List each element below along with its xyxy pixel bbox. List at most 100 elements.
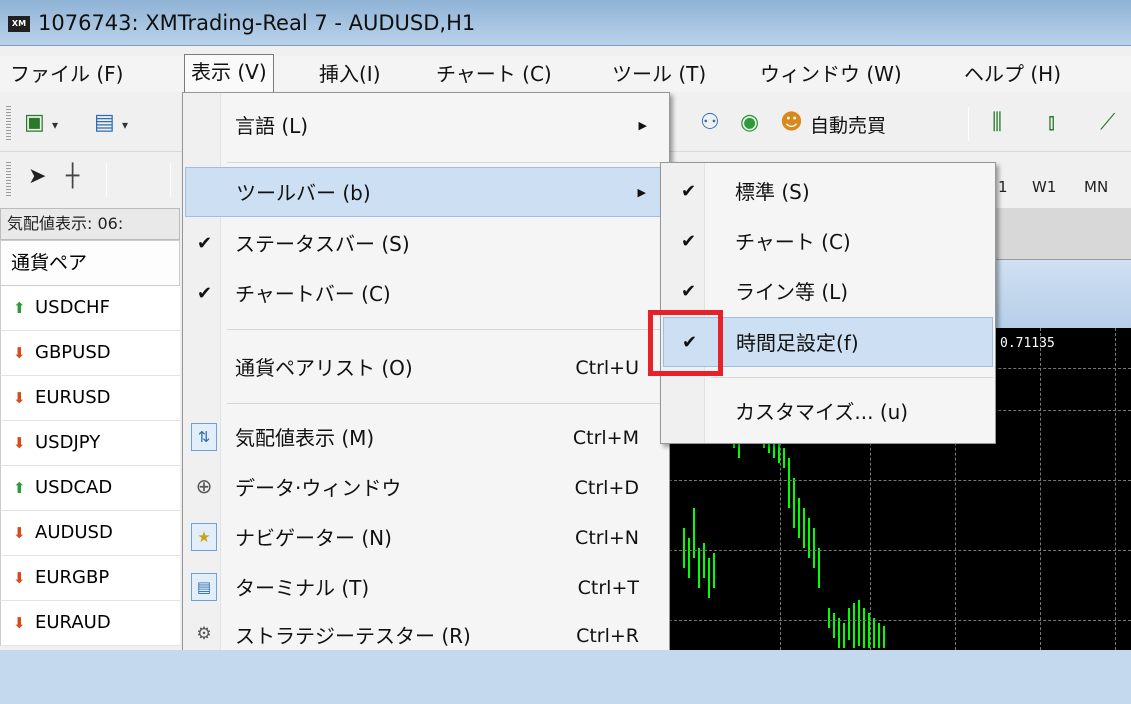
check-icon: ✔ [197, 233, 213, 254]
menu-separator [227, 162, 667, 163]
shortcut-label: Ctrl+U [575, 357, 639, 379]
grid-line [669, 550, 1131, 551]
menu-item-status-bar[interactable]: ✔ ステータスバー (S) [185, 219, 667, 269]
menu-separator [711, 377, 993, 378]
menu-item-label: 時間足設定(f) [736, 331, 859, 355]
market-watch-row[interactable]: ⬇ EURAUD [0, 601, 180, 646]
menu-item-label: 標準 (S) [735, 180, 810, 204]
grid-line [1115, 328, 1116, 650]
arrow-down-icon: ⬇ [13, 569, 26, 587]
window-title: 1076743: XMTrading-Real 7 - AUDUSD,H1 [38, 11, 476, 35]
check-icon: ✔ [197, 283, 213, 304]
submenu-arrow-icon: ▶ [637, 186, 646, 199]
menu-item-label: ステータスバー (S) [235, 232, 410, 256]
menu-window[interactable]: ウィンドウ (W) [754, 56, 908, 92]
cursor-icon[interactable]: ➤ [28, 162, 46, 192]
line-chart-icon[interactable]: ⟋ [1100, 108, 1115, 138]
view-menu-dropdown: 言語 (L) ▶ ツールバー (b) ▶ ✔ ステータスバー (S) ✔ チャー… [182, 92, 670, 650]
menu-item-toolbars[interactable]: ツールバー (b) ▶ [185, 167, 667, 217]
symbol-label: USDJPY [35, 432, 101, 453]
menu-tools[interactable]: ツール (T) [606, 56, 712, 92]
bottom-band [0, 650, 1131, 704]
menu-item-strategy-tester[interactable]: ⚙ ストラテジーテスター (R) Ctrl+R [185, 611, 667, 650]
period-1[interactable]: 1 [998, 178, 1008, 196]
menu-item-chart-bar[interactable]: ✔ チャートバー (C) [185, 269, 667, 319]
menu-item-label: ストラテジーテスター (R) [235, 624, 471, 648]
auto-trading-icon[interactable]: ☻ [780, 108, 803, 138]
history-icon[interactable]: ⚇ [700, 108, 720, 138]
market-watch-row[interactable]: ⬆ USDCHF [0, 286, 180, 331]
submenu-item-charts[interactable]: ✔ チャート (C) [663, 217, 993, 267]
submenu-item-standard[interactable]: ✔ 標準 (S) [663, 167, 993, 217]
toolbar-submenu: ✔ 標準 (S) ✔ チャート (C) ✔ ライン等 (L) ✔ 時間足設定(f… [660, 162, 996, 444]
grid-line [1040, 328, 1041, 650]
symbol-label: AUDUSD [35, 522, 113, 543]
menu-item-market-watch[interactable]: ⇅ 気配値表示 (M) Ctrl+M [185, 413, 667, 463]
profiles-icon[interactable]: ▤ [94, 108, 115, 138]
period-mn[interactable]: MN [1084, 178, 1108, 196]
market-watch-header: 気配値表示: 06: [0, 208, 180, 240]
signals-icon[interactable]: ◉ [740, 108, 759, 138]
menu-insert[interactable]: 挿入(I) [313, 56, 387, 92]
toolbar-grip[interactable] [6, 162, 11, 198]
menu-item-label: ライン等 (L) [735, 280, 849, 304]
arrow-down-icon: ⬇ [13, 434, 26, 452]
price-label: 0.71135 [1000, 336, 1055, 351]
shortcut-label: Ctrl+D [574, 477, 639, 499]
submenu-item-customize[interactable]: カスタマイズ... (u) [663, 387, 993, 437]
menu-item-terminal[interactable]: ▤ ターミナル (T) Ctrl+T [185, 563, 667, 613]
arrow-down-icon: ⬇ [13, 344, 26, 362]
menu-item-symbols[interactable]: 通貨ペアリスト (O) Ctrl+U [185, 343, 667, 393]
terminal-icon: ▤ [191, 573, 217, 601]
symbol-label: GBPUSD [35, 342, 111, 363]
arrow-down-icon: ⬇ [13, 524, 26, 542]
annotation-highlight-box [648, 310, 723, 376]
market-watch-icon: ⇅ [191, 423, 217, 451]
crosshair-tool-icon[interactable]: ┼ [66, 162, 79, 192]
symbol-label: EURAUD [35, 612, 111, 633]
menu-item-label: チャートバー (C) [235, 282, 391, 306]
dropdown-arrow-icon[interactable]: ▾ [122, 110, 128, 140]
menu-separator [227, 329, 667, 330]
menu-item-label: ツールバー (b) [236, 181, 371, 205]
toolbar-divider [968, 107, 969, 141]
arrow-up-icon: ⬆ [13, 479, 26, 497]
menu-item-label: 言語 (L) [235, 114, 309, 138]
market-watch-row[interactable]: ⬇ EURGBP [0, 556, 180, 601]
check-icon: ✔ [681, 181, 697, 202]
symbol-label: USDCAD [35, 477, 113, 498]
market-watch-row[interactable]: ⬇ AUDUSD [0, 511, 180, 556]
bar-chart-icon[interactable]: ⫼ [992, 108, 1002, 138]
menu-item-language[interactable]: 言語 (L) ▶ [185, 101, 667, 151]
shortcut-label: Ctrl+N [575, 527, 639, 549]
menu-item-label: チャート (C) [735, 230, 851, 254]
shortcut-label: Ctrl+R [576, 625, 639, 647]
candlestick-icon[interactable]: ⫾ [1048, 108, 1055, 138]
market-watch-row[interactable]: ⬇ EURUSD [0, 376, 180, 421]
grid-line [669, 620, 1131, 621]
menu-chart[interactable]: チャート (C) [430, 56, 558, 92]
menu-item-label: データ·ウィンドウ [235, 476, 402, 500]
menu-item-data-window[interactable]: ⊕ データ·ウィンドウ Ctrl+D [185, 463, 667, 513]
arrow-down-icon: ⬇ [13, 389, 26, 407]
period-w1[interactable]: W1 [1032, 178, 1056, 196]
arrow-down-icon: ⬇ [13, 614, 26, 632]
crosshair-icon: ⊕ [195, 474, 213, 498]
menu-file[interactable]: ファイル (F) [4, 56, 129, 92]
auto-trading-label[interactable]: 自動売買 [810, 111, 886, 138]
market-watch-row[interactable]: ⬆ USDCAD [0, 466, 180, 511]
symbol-label: EURUSD [35, 387, 111, 408]
menu-item-label: ナビゲーター (N) [235, 526, 392, 550]
menu-item-navigator[interactable]: ★ ナビゲーター (N) Ctrl+N [185, 513, 667, 563]
dropdown-arrow-icon[interactable]: ▾ [52, 110, 58, 140]
market-watch-row[interactable]: ⬇ GBPUSD [0, 331, 180, 376]
new-chart-icon[interactable]: ▣ [24, 108, 45, 138]
symbol-label: EURGBP [35, 567, 110, 588]
menu-help[interactable]: ヘルプ (H) [958, 56, 1067, 92]
menu-view[interactable]: 表示 (V) [184, 54, 274, 94]
arrow-up-icon: ⬆ [13, 299, 26, 317]
market-watch-row[interactable]: ⬇ USDJPY [0, 421, 180, 466]
menu-bar: ファイル (F) 表示 (V) 挿入(I) チャート (C) ツール (T) ウ… [0, 54, 1131, 94]
toolbar-grip[interactable] [6, 106, 11, 142]
market-watch-column-symbol[interactable]: 通貨ペア [0, 240, 180, 286]
